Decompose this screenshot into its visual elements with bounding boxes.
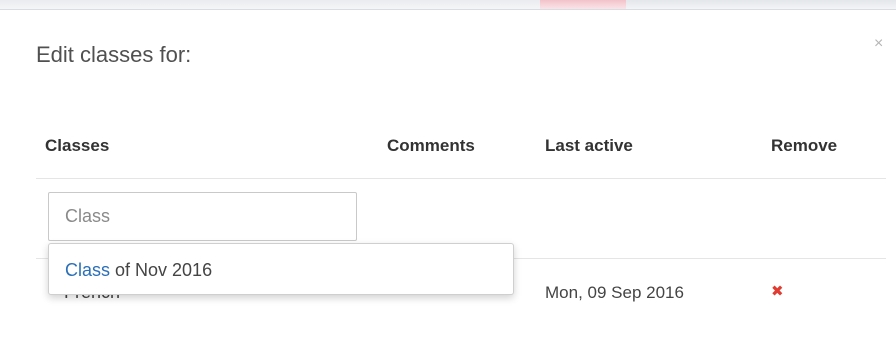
background-page-strip [0,0,896,10]
column-header-classes: Classes [45,136,110,155]
class-row-last-active: Mon, 09 Sep 2016 [545,283,684,302]
autocomplete-dropdown: Class of Nov 2016 [48,243,514,295]
column-header-last-active: Last active [545,136,633,155]
header-divider [36,178,886,179]
modal-title: Edit classes for: [36,42,192,67]
column-header-comments: Comments [387,136,475,155]
edit-classes-modal: Edit classes for: × Classes Comments Las… [0,0,896,338]
remove-icon[interactable]: ✖ [771,284,784,300]
class-search-input[interactable] [48,192,357,241]
autocomplete-option[interactable]: Class of Nov 2016 [65,260,212,281]
autocomplete-option-match: Class [65,260,111,280]
column-header-remove: Remove [771,136,838,155]
autocomplete-option-rest: of Nov 2016 [110,260,213,280]
close-icon[interactable]: × [874,36,883,52]
